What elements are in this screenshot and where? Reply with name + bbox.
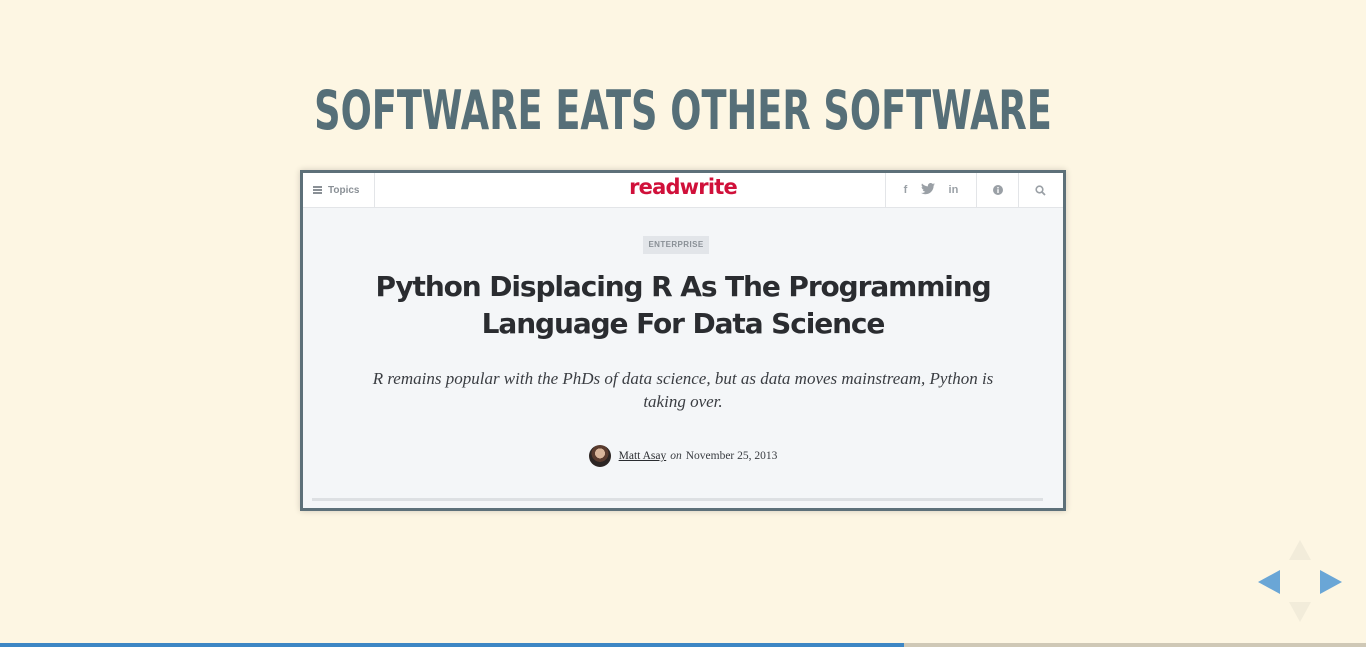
category-badge[interactable]: ENTERPRISE [643,236,709,254]
author-avatar[interactable] [588,445,611,467]
twitter-icon[interactable] [920,182,935,198]
publish-date: November 25, 2013 [685,450,778,462]
article-headline: Python Displacing R As The Programming L… [375,270,991,340]
byline-on: on [670,450,682,462]
topics-label: Topics [328,184,360,196]
progress-fill [0,643,905,647]
article-screenshot: Topics readwrite f in ENTERPRISE Python … [300,170,1066,511]
nav-down-icon [1289,602,1311,622]
nav-left-icon[interactable] [1258,570,1280,594]
search-icon [1035,184,1046,196]
info-icon [992,185,1003,195]
hamburger-icon [313,184,322,195]
facebook-icon[interactable]: f [904,184,908,196]
info-button[interactable] [977,173,1019,207]
topics-menu-button[interactable]: Topics [303,173,375,207]
progress-bar [0,643,1366,647]
linkedin-icon[interactable]: in [949,184,959,196]
site-header: Topics readwrite f in [303,173,1063,208]
article-summary: R remains popular with the PhDs of data … [372,369,994,411]
slide-title: SOFTWARE EATS OTHER SOFTWARE [314,79,1052,142]
search-button[interactable] [1018,173,1063,207]
slide-navigation [1256,538,1344,626]
nav-up-icon [1289,540,1311,560]
slide: SOFTWARE EATS OTHER SOFTWARE Topics read… [0,0,1366,647]
byline: Matt Asay on November 25, 2013 [303,445,1063,467]
author-link[interactable]: Matt Asay [619,450,667,462]
divider [312,498,1043,501]
social-links: f in [885,173,977,207]
site-logo[interactable]: readwrite [603,174,763,200]
nav-right-icon[interactable] [1320,570,1342,594]
